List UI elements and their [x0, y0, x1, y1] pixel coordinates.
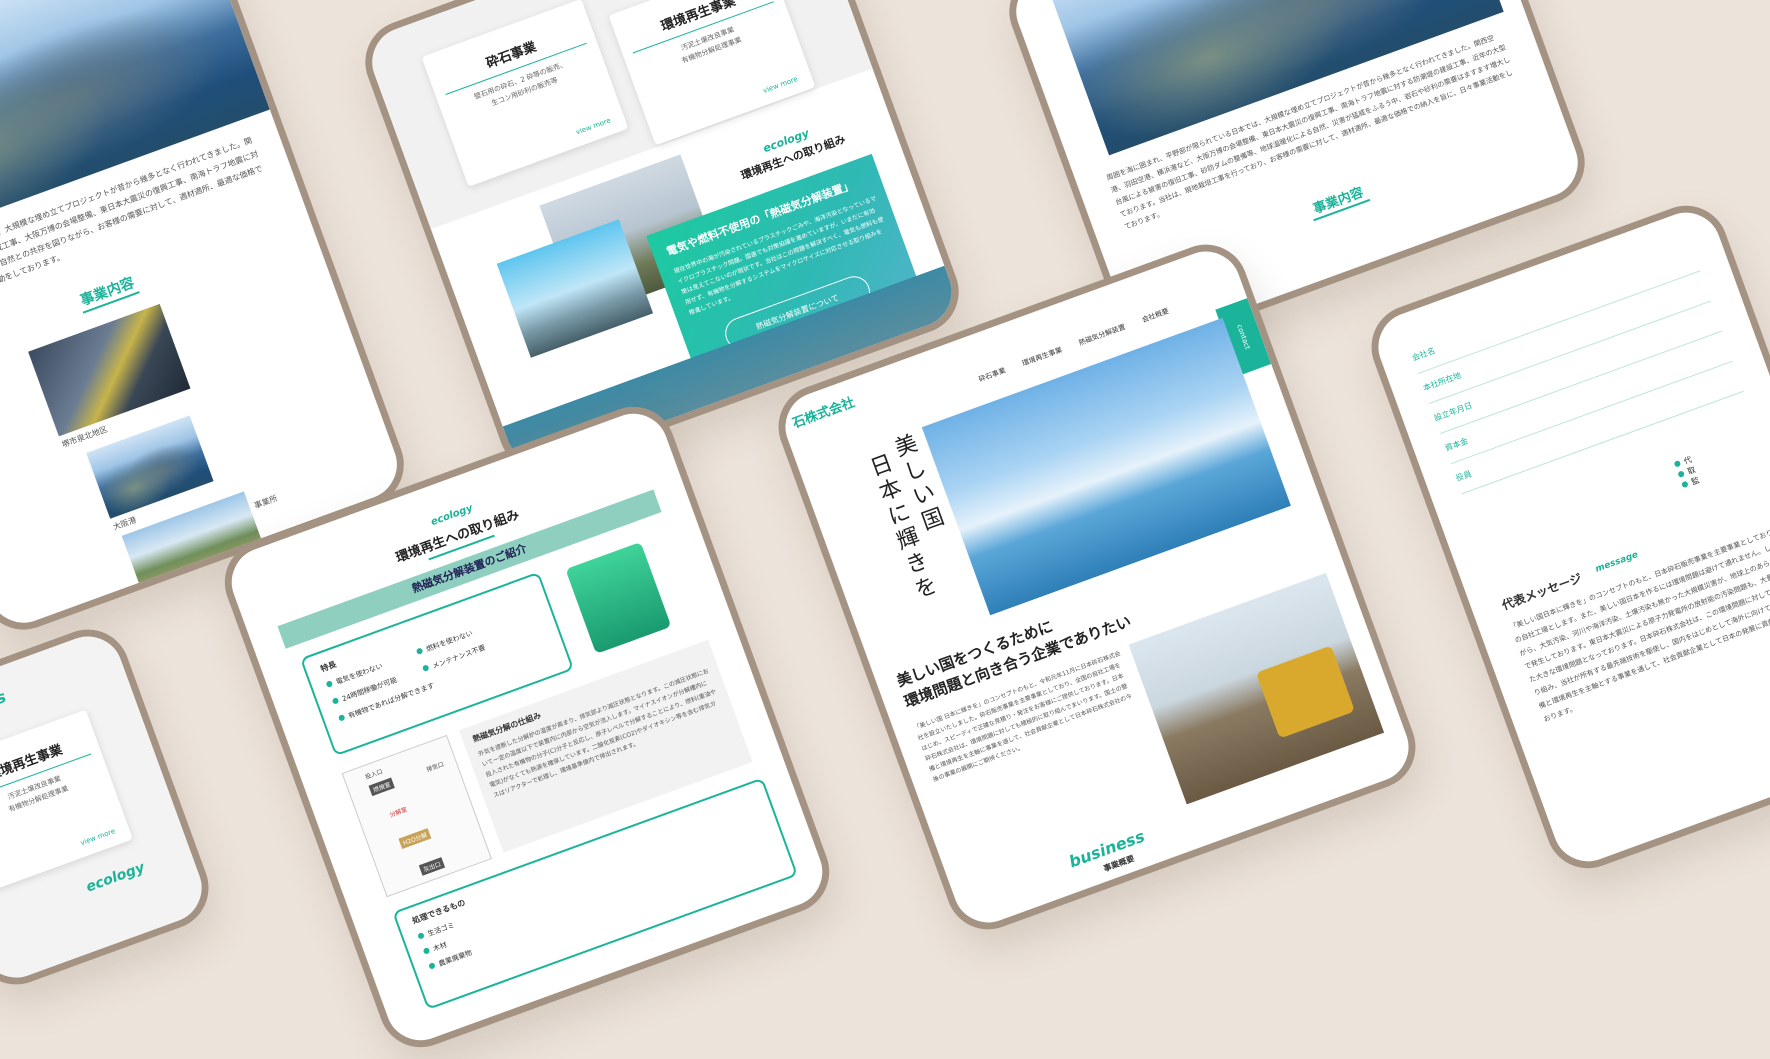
- check-icon: [421, 664, 430, 672]
- tablet-far-right: 会社名 本社所在地 設立年月日 資本金 役員 代 取 監 代表メッセージ mes…: [1359, 193, 1770, 881]
- company-logo[interactable]: 石株式会社: [789, 380, 889, 431]
- diagram-label-6: 灰出口: [418, 857, 446, 876]
- contact-label: contact: [1235, 323, 1252, 351]
- hero-sky-photo: [921, 317, 1291, 616]
- machine-image: [565, 541, 672, 654]
- nav-item-stone[interactable]: 砕石事業: [978, 367, 1007, 384]
- message-tag: message: [1594, 550, 1640, 575]
- message-text: 「美しい国日本に輝きを」のコンセプトのもと、日本砕石販売事業を主要事業としており…: [1509, 521, 1770, 724]
- check-icon: [417, 931, 425, 940]
- check-icon: [1673, 459, 1682, 468]
- check-icon: [1677, 470, 1685, 478]
- process-item-2: 木材: [422, 940, 448, 958]
- extra-caption: 事業所: [253, 493, 279, 511]
- check-icon: [337, 713, 346, 722]
- ecology-tag: ecology: [84, 859, 147, 896]
- nav-item-environment[interactable]: 環境再生事業: [1021, 346, 1063, 368]
- check-icon: [1681, 480, 1689, 489]
- map-photo: [28, 303, 191, 437]
- check-icon: [331, 697, 340, 705]
- service-card[interactable]: 環境再生事業 汚泥土壌改良事業 有機物分解処理事業 view more: [0, 709, 133, 891]
- diagram-label-4: 排気口: [425, 760, 445, 774]
- check-icon: [422, 947, 431, 955]
- process-title: 処理できるもの: [411, 898, 467, 926]
- diagram-label-3: 分解室: [388, 806, 409, 819]
- card1-view-more[interactable]: view more: [575, 116, 612, 136]
- section-title: 事業内容: [1311, 185, 1366, 218]
- business-tag: business: [0, 686, 9, 732]
- diagram-label-2: 燃焼室: [368, 777, 395, 797]
- excavator-image: [1255, 645, 1356, 739]
- features-title: 特長: [319, 659, 338, 674]
- nav-item-company[interactable]: 会社概要: [1141, 307, 1170, 324]
- officer-list: 代 取 監: [1673, 454, 1701, 491]
- check-icon: [415, 647, 424, 656]
- card2-view-more[interactable]: view more: [762, 75, 799, 95]
- tablet-left-bottom: business 環境再生事業 汚泥土壌改良事業 有機物分解処理事業 view …: [0, 617, 221, 997]
- nav-item-device[interactable]: 熱磁気分解装置: [1078, 323, 1127, 347]
- view-more-link[interactable]: view more: [79, 827, 116, 847]
- check-icon: [325, 680, 334, 688]
- check-icon: [428, 962, 436, 970]
- diagram-label-5: H2O分解: [398, 828, 432, 850]
- company-info-table: 会社名 本社所在地 設立年月日 資本金 役員: [1407, 241, 1744, 495]
- diagram-label-1: 投入口: [364, 768, 384, 782]
